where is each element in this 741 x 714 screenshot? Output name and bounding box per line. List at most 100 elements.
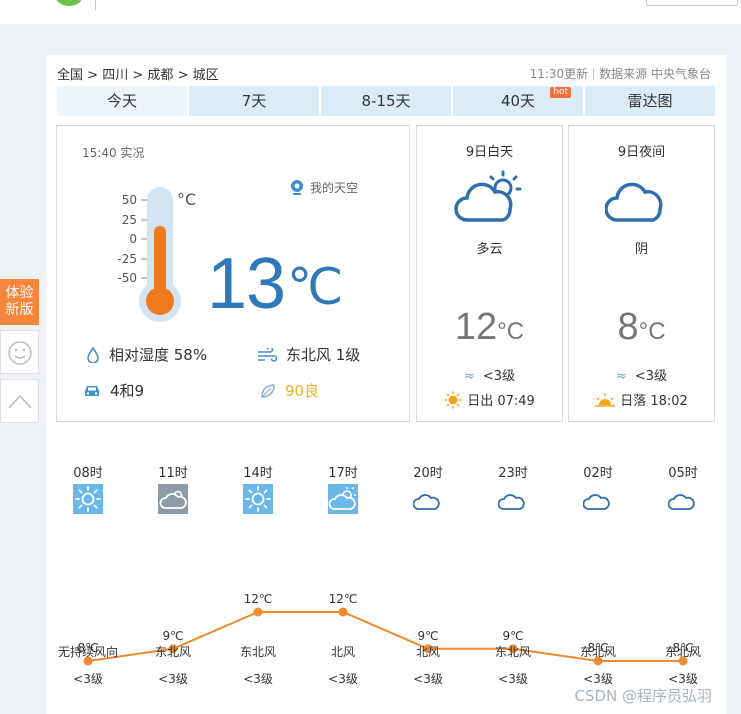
sunrise-time: 日出 07:49 — [467, 394, 535, 409]
hour-label: 14时 — [243, 466, 273, 481]
day-condition: 多云 — [476, 242, 503, 257]
hour-column: 23时 — [471, 462, 555, 510]
tab-label: 8-15天 — [361, 92, 411, 110]
breadcrumb-sep: > — [87, 68, 99, 83]
weather-panel: 全国 > 四川 > 成都 > 城区 11:30更新 数据来源 中央气象台 今天 7… — [46, 55, 726, 714]
my-sky-label: 我的天空 — [310, 181, 359, 195]
air-quality[interactable]: 90良 — [260, 380, 319, 401]
breadcrumb-sep: > — [132, 68, 144, 83]
temperature-label: 9℃ — [162, 629, 183, 643]
divider — [95, 0, 96, 10]
day-wind: ≈ <3级 — [417, 365, 562, 384]
breadcrumb: 全国 > 四川 > 成都 > 城区 — [57, 64, 219, 83]
my-sky-link[interactable]: 我的天空 — [290, 179, 358, 196]
hour-wind-direction: 北风 — [415, 645, 440, 659]
temp-value: 8 — [617, 306, 639, 348]
hour-wind-level: <3级 — [413, 672, 443, 686]
day-forecast-card: 9日白天 多云 12°C ≈ <3级 日出 07:49 — [416, 125, 563, 422]
sun-icon — [444, 391, 462, 408]
thermometer-icon: 50 25 0 -25 -50 °C — [117, 187, 196, 322]
update-time: 11:30更新 — [529, 67, 589, 81]
chevron-up-icon — [7, 394, 32, 409]
hour-column: 02时 — [556, 462, 640, 510]
hour-wind-level: <3级 — [158, 672, 188, 686]
hour-label: 08时 — [73, 466, 103, 481]
night-title: 9日夜间 — [617, 145, 666, 160]
temperature-point — [253, 607, 263, 617]
tab-radar[interactable]: 雷达图 — [585, 86, 715, 116]
breadcrumb-item[interactable]: 四川 — [102, 68, 128, 83]
hour-label: 02时 — [583, 466, 613, 481]
breadcrumb-item[interactable]: 城区 — [193, 68, 219, 83]
tab-label: 今天 — [106, 92, 137, 110]
partly-cloudy-icon — [328, 484, 358, 514]
hour-column: 08时 — [46, 462, 130, 514]
droplet-icon — [87, 346, 99, 363]
hour-label: 23时 — [498, 466, 528, 481]
night-condition: 阴 — [634, 242, 648, 257]
wind-icon — [258, 347, 277, 362]
temperature-label: 9℃ — [502, 629, 523, 643]
humidity: 相对湿度 58% — [86, 344, 207, 365]
hour-wind-level: <3级 — [498, 672, 528, 686]
temp-unit: °C — [638, 318, 666, 345]
wind-level: <3级 — [482, 369, 516, 384]
divider — [593, 68, 595, 79]
moon-cloud-icon — [583, 489, 610, 510]
hour-wind-direction: 东北风 — [239, 645, 276, 659]
current-weather-card: 15:40 实况 我的天空 50 25 0 -25 -50 °C 13℃ 相对湿… — [56, 125, 410, 422]
tab-today[interactable]: 今天 — [57, 86, 187, 116]
data-source: 11:30更新 数据来源 中央气象台 — [530, 65, 711, 82]
search-input[interactable] — [646, 0, 738, 6]
night-forecast-card: 9日夜间 阴 8°C ≈ <3级 日落 18:02 — [568, 125, 715, 422]
tab-label: 雷达图 — [627, 92, 673, 110]
hour-label: 11时 — [158, 466, 188, 481]
hour-wind-direction: 东北风 — [154, 645, 191, 659]
back-to-top-button[interactable] — [0, 379, 39, 423]
tab-8-15-days[interactable]: 8-15天 — [321, 86, 451, 116]
sunrise: 日出 07:49 — [417, 390, 562, 409]
new-version-button[interactable]: 体验新版 — [0, 279, 39, 325]
aqi-value: 90良 — [285, 382, 320, 400]
temperature-label: 9℃ — [417, 629, 438, 643]
temp-value: 13 — [207, 244, 286, 324]
temp-value: 12 — [454, 306, 498, 348]
thermo-tick: -50 — [117, 271, 137, 285]
thermo-tick: 25 — [122, 213, 137, 227]
car-icon — [85, 385, 99, 396]
hour-wind-direction: 东北风 — [494, 645, 531, 659]
hour-label: 17时 — [328, 466, 358, 481]
hot-badge: hot — [550, 87, 571, 98]
temp-unit: °C — [497, 318, 525, 345]
temperature-label: 12℃ — [244, 592, 273, 606]
hour-column: 20时 — [386, 462, 470, 510]
breadcrumb-item[interactable]: 全国 — [57, 68, 83, 83]
watermark: CSDN @程序员弘羽 — [574, 687, 712, 705]
humidity-value: 相对湿度 58% — [109, 346, 208, 364]
top-bar — [0, 0, 741, 24]
night-temperature: 8°C — [569, 306, 714, 349]
feedback-button[interactable] — [0, 330, 39, 374]
temperature-label: 12℃ — [329, 592, 358, 606]
cloudy-icon — [158, 484, 188, 514]
site-logo[interactable] — [54, 0, 84, 6]
hour-label: 20时 — [413, 466, 443, 481]
smiley-icon — [7, 341, 32, 365]
source-provider: 数据来源 中央气象台 — [599, 67, 711, 81]
traffic-restriction: 4和9 — [83, 380, 144, 401]
sunset: 日落 18:02 — [569, 390, 714, 409]
forecast-tabs: 今天 7天 8-15天 40天 hot 雷达图 — [57, 86, 715, 116]
hourly-forecast: 8℃ 9℃ 12℃ 12℃ 9℃ 9℃ 8℃ 8℃ 08时 无持续风向 <3级 11时 东北风 <3级 1… — [46, 450, 726, 714]
observation-time: 15:40 实况 — [82, 146, 145, 160]
sunset-icon — [595, 393, 616, 407]
hour-wind-direction: 东北风 — [664, 645, 701, 659]
wind-icon: ≈ — [615, 369, 627, 384]
tab-7-days[interactable]: 7天 — [189, 86, 319, 116]
tab-40-days[interactable]: 40天 hot — [453, 86, 583, 116]
wind: 东北风 1级 — [257, 344, 360, 365]
day-title: 9日白天 — [465, 145, 514, 160]
temp-unit: ℃ — [287, 259, 343, 315]
hour-wind-level: <3级 — [243, 672, 273, 686]
current-temperature: 13℃ — [207, 244, 343, 327]
breadcrumb-item[interactable]: 成都 — [147, 68, 173, 83]
